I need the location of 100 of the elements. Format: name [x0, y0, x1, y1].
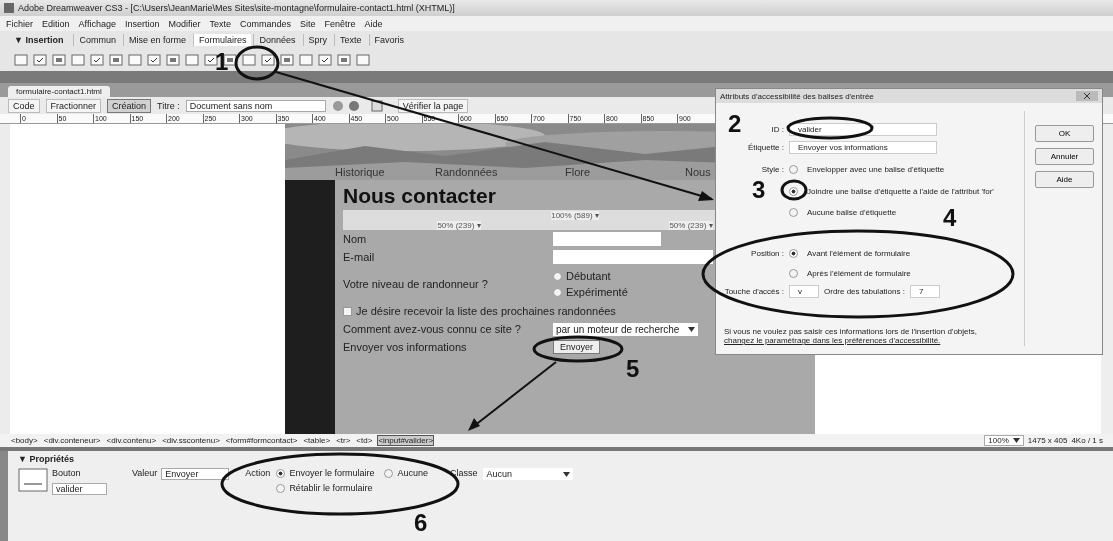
- preferences-link[interactable]: changez le paramétrage dans les préférences d'accessibilité.: [724, 336, 941, 345]
- checkbox[interactable]: [343, 306, 352, 316]
- annotation-circle: [780, 179, 808, 201]
- caret-icon[interactable]: [688, 326, 695, 332]
- document-tab[interactable]: formulaire-contact1.html: [8, 86, 110, 97]
- radio-label: Joindre une balise d'étiquette à l'aide de l'attribut 'for': [807, 186, 994, 196]
- menu-item[interactable]: Texte: [209, 18, 231, 29]
- radio-button[interactable]: [789, 248, 798, 258]
- nav-link[interactable]: Randonnées: [435, 166, 565, 178]
- close-icon[interactable]: [1076, 91, 1098, 101]
- view-button[interactable]: Création: [107, 98, 152, 113]
- form-element-icon[interactable]: [147, 53, 161, 67]
- menu-item[interactable]: Modifier: [168, 18, 201, 29]
- input-field[interactable]: [553, 250, 713, 264]
- radio-button[interactable]: [553, 271, 562, 281]
- tag-item[interactable]: <body>: [10, 435, 39, 446]
- button-preview-icon: [18, 468, 48, 492]
- field-label: Valeur: [132, 468, 158, 478]
- access-key-field[interactable]: v: [789, 284, 819, 298]
- panel-tab[interactable]: Mise en forme: [122, 34, 191, 46]
- tag-item[interactable]: <tr>: [335, 435, 352, 446]
- width-marker: 50% (239) ▾: [669, 220, 713, 230]
- id-field[interactable]: valider: [789, 122, 937, 136]
- form-element-icon[interactable]: [318, 53, 332, 67]
- menu-item[interactable]: Fichier: [6, 18, 33, 29]
- radio-label: Rétablir le formulaire: [289, 483, 373, 493]
- radio-button[interactable]: [553, 287, 562, 297]
- form-element-icon[interactable]: [261, 53, 275, 67]
- form-label: Votre niveau de randonneur ?: [343, 278, 489, 290]
- panel-tab[interactable]: Spry: [302, 34, 333, 46]
- panel-tab[interactable]: Texte: [334, 34, 367, 46]
- menu-item[interactable]: Aide: [364, 18, 383, 29]
- annotation-number: 6: [414, 511, 428, 535]
- radio-button[interactable]: [789, 186, 798, 196]
- menu-item[interactable]: Insertion: [124, 18, 160, 29]
- caret-icon[interactable]: [563, 471, 571, 477]
- tag-item[interactable]: <div.contenu>: [105, 435, 158, 446]
- label-field[interactable]: Envoyer vos informations: [789, 140, 937, 154]
- app-icon: [4, 3, 14, 13]
- form-element-icon[interactable]: [204, 53, 218, 67]
- radio-button[interactable]: [789, 164, 798, 174]
- panel-tab[interactable]: Commun: [73, 34, 121, 46]
- form-label: Envoyer vos informations: [343, 341, 468, 353]
- panel-title[interactable]: ▼ Propriétés: [18, 454, 74, 464]
- select-field[interactable]: par un moteur de recherche: [553, 322, 698, 336]
- panel-tab[interactable]: Données: [253, 34, 301, 46]
- element-type: Bouton: [52, 468, 82, 478]
- check-page-button[interactable]: Vérifier la page: [397, 98, 469, 113]
- radio-label: Aucune balise d'étiquette: [807, 207, 897, 217]
- nav-link[interactable]: Flore: [565, 166, 685, 178]
- dialog-title: Attributs d'accessibilité des balises d'entrée: [720, 91, 874, 101]
- radio-button[interactable]: [276, 483, 286, 493]
- tab-order-field[interactable]: 7: [909, 284, 940, 298]
- panel-title[interactable]: ▼ Insertion: [14, 35, 64, 45]
- input-field[interactable]: [553, 232, 661, 246]
- field-label: Action: [245, 468, 271, 478]
- tag-item[interactable]: <div.conteneur>: [42, 435, 102, 446]
- view-button[interactable]: Code: [8, 98, 40, 113]
- name-field[interactable]: valider: [52, 483, 107, 495]
- radio-label: Envoyer le formulaire: [289, 468, 375, 478]
- tag-item[interactable]: <table>: [302, 435, 332, 446]
- radio-label: Expérimenté: [566, 286, 628, 298]
- window-size[interactable]: 1475 x 405: [1027, 436, 1068, 445]
- menu-item[interactable]: Commandes: [240, 18, 291, 29]
- submit-button[interactable]: Envoyer: [553, 340, 601, 354]
- dialog-button[interactable]: Aide: [1035, 171, 1094, 188]
- menu-item[interactable]: Edition: [42, 18, 70, 29]
- tag-item[interactable]: <input#valider>: [377, 435, 435, 446]
- form-element-icon[interactable]: [90, 53, 104, 67]
- radio-button[interactable]: [384, 468, 394, 478]
- panel-tab[interactable]: Formulaires: [192, 34, 252, 46]
- radio-button[interactable]: [276, 468, 286, 478]
- form-element-icon[interactable]: [33, 53, 47, 67]
- class-select[interactable]: Aucun: [483, 468, 574, 480]
- annotation-number: 1: [215, 50, 229, 74]
- value-field[interactable]: Envoyer: [161, 468, 230, 480]
- radio-label: Envelopper avec une balise d'étiquette: [807, 164, 945, 174]
- dialog-button[interactable]: OK: [1035, 125, 1094, 142]
- menu-item[interactable]: Affichage: [78, 18, 116, 29]
- annotation-circle: [234, 45, 280, 81]
- radio-button[interactable]: [789, 207, 798, 217]
- dialog-button[interactable]: Annuler: [1035, 148, 1094, 165]
- radio-label: Débutant: [566, 270, 611, 282]
- download-speed: 4Ko / 1 s: [1071, 436, 1103, 445]
- nav-link[interactable]: Historique: [335, 166, 435, 178]
- panel-tab[interactable]: Favoris: [368, 34, 410, 46]
- radio-button[interactable]: [789, 268, 798, 278]
- tag-item[interactable]: <div.sscontenu>: [161, 435, 221, 446]
- width-marker: 50% (239) ▾: [437, 220, 481, 230]
- zoom-field[interactable]: 100%: [984, 435, 1024, 446]
- menu-item[interactable]: Site: [300, 18, 316, 29]
- view-button[interactable]: Fractionner: [45, 98, 102, 113]
- tag-item[interactable]: <td>: [355, 435, 374, 446]
- checkbox-label: Je désire recevoir la liste des prochaines randonnées: [356, 305, 616, 317]
- caret-icon[interactable]: [1012, 438, 1020, 443]
- width-marker: 100% (589) ▾: [551, 210, 599, 220]
- form-label: Nom: [343, 233, 368, 245]
- tag-item[interactable]: <form#formcontact>: [224, 435, 299, 446]
- menu-item[interactable]: Fenêtre: [324, 18, 356, 29]
- title-field[interactable]: Document sans nom: [185, 99, 326, 112]
